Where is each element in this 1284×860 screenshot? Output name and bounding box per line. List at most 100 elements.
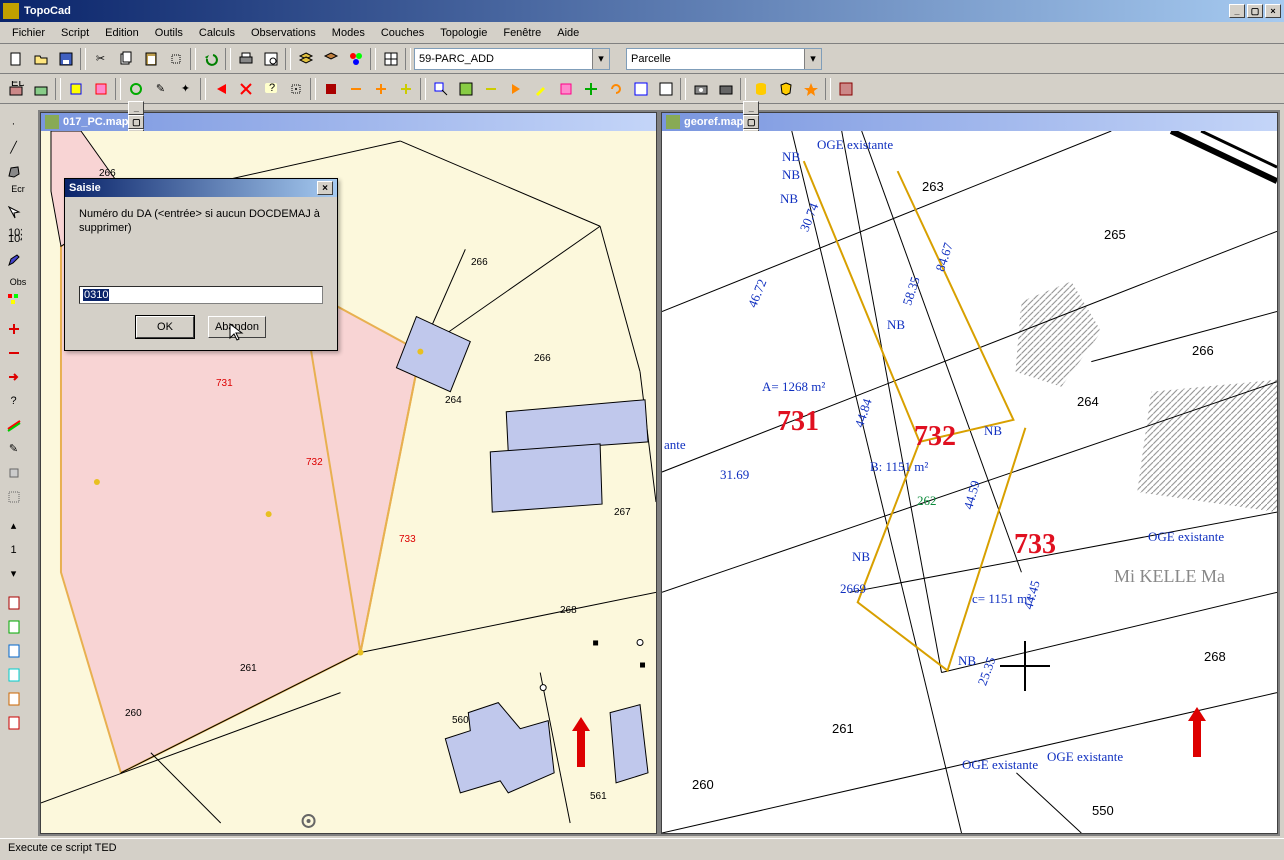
tool-b-icon[interactable] (654, 77, 677, 100)
zoom-next-icon[interactable] (504, 77, 527, 100)
polygon-tool-icon[interactable] (2, 160, 25, 183)
cut-icon[interactable]: ✂ (89, 47, 112, 70)
stop-icon[interactable] (319, 77, 342, 100)
menu-topologie[interactable]: Topologie (432, 25, 495, 41)
help-bubble-icon[interactable]: ? (259, 77, 282, 100)
menu-modes[interactable]: Modes (324, 25, 373, 41)
map-left-maximize[interactable]: ▢ (128, 115, 144, 129)
export-edigeo-icon[interactable] (29, 77, 52, 100)
minus-icon[interactable] (344, 77, 367, 100)
rgb-tool-icon[interactable] (2, 288, 25, 311)
copy-icon[interactable] (114, 47, 137, 70)
minus-red-icon[interactable] (2, 341, 25, 364)
undo-icon[interactable] (199, 47, 222, 70)
point-tool-icon[interactable]: · (2, 112, 25, 135)
menu-aide[interactable]: Aide (549, 25, 587, 41)
zoom-out-bar-icon[interactable] (479, 77, 502, 100)
select-rect-pink-icon[interactable] (89, 77, 112, 100)
script-6-icon[interactable] (2, 711, 25, 734)
sparkle-icon[interactable]: ✦ (174, 77, 197, 100)
menu-edition[interactable]: Edition (97, 25, 147, 41)
flag-left-icon[interactable] (209, 77, 232, 100)
layers-icon[interactable] (294, 47, 317, 70)
snap-icon[interactable] (284, 77, 307, 100)
dashed-box-icon[interactable] (2, 485, 25, 508)
pick-icon[interactable] (164, 47, 187, 70)
script-5-icon[interactable] (2, 687, 25, 710)
redraw-icon[interactable] (124, 77, 147, 100)
line-tool-icon[interactable]: ╱ (2, 136, 25, 159)
camera2-icon[interactable] (714, 77, 737, 100)
map-canvas-right[interactable]: 263265266264261260268550OGE existanteNBN… (662, 131, 1277, 833)
map-titlebar-left[interactable]: 017_PC.map _ ▢ × (41, 113, 656, 131)
dialog-close-icon[interactable]: × (317, 181, 333, 195)
menu-couches[interactable]: Couches (373, 25, 432, 41)
grid-icon[interactable] (379, 47, 402, 70)
rainbow-icon[interactable] (2, 413, 25, 436)
script-1-icon[interactable] (2, 591, 25, 614)
menu-outils[interactable]: Outils (147, 25, 191, 41)
chevron-up-icon[interactable]: ▴ (2, 514, 25, 537)
save-icon[interactable] (54, 47, 77, 70)
menu-fichier[interactable]: Fichier (4, 25, 53, 41)
question-icon[interactable]: ? (2, 389, 25, 412)
chevron-down-icon[interactable]: ▾ (804, 49, 821, 69)
script-3-icon[interactable] (2, 639, 25, 662)
import-edigeo-icon[interactable]: EDIGEO (4, 77, 27, 100)
menu-fenetre[interactable]: Fenêtre (495, 25, 549, 41)
tool-a-icon[interactable] (629, 77, 652, 100)
shield-icon[interactable] (774, 77, 797, 100)
map-left-minimize[interactable]: _ (128, 101, 144, 115)
preview-icon[interactable] (259, 47, 282, 70)
color-icon[interactable] (344, 47, 367, 70)
delete-x-icon[interactable] (234, 77, 257, 100)
box-tool-icon[interactable] (2, 461, 25, 484)
pink-rect-icon[interactable] (554, 77, 577, 100)
plus-yellow-icon[interactable] (394, 77, 417, 100)
rotate-icon[interactable] (604, 77, 627, 100)
arrow-right-icon[interactable] (2, 365, 25, 388)
gray-pencil-icon[interactable]: ✎ (2, 437, 25, 460)
star-icon[interactable] (799, 77, 822, 100)
zoom-window-icon[interactable] (429, 77, 452, 100)
menu-observations[interactable]: Observations (243, 25, 324, 41)
statusbar: Execute ce script TED (0, 838, 1284, 860)
paste-icon[interactable] (139, 47, 162, 70)
plus-orange-icon[interactable] (369, 77, 392, 100)
zoom-extents-icon[interactable] (454, 77, 477, 100)
dialog-titlebar[interactable]: Saisie × (65, 179, 337, 197)
select-rect-yellow-icon[interactable] (64, 77, 87, 100)
dialog-input[interactable]: 0310 (79, 286, 323, 304)
close-button[interactable]: × (1265, 4, 1281, 18)
level-indicator[interactable]: 1 (2, 538, 25, 561)
camera-icon[interactable] (689, 77, 712, 100)
script-4-icon[interactable] (2, 663, 25, 686)
new-icon[interactable] (4, 47, 27, 70)
arrow-tool-icon[interactable] (2, 200, 25, 223)
chevron-down-icon[interactable]: ▾ (2, 562, 25, 585)
print-icon[interactable] (234, 47, 257, 70)
highlighter-icon[interactable] (529, 77, 552, 100)
text-tool-icon[interactable]: 103104 (2, 224, 25, 247)
map-titlebar-right[interactable]: georef.map _ ▢ × (662, 113, 1277, 131)
layer-combo[interactable]: 59-PARC_ADD ▾ (414, 48, 610, 70)
pencil-blue-icon[interactable] (2, 248, 25, 271)
maximize-button[interactable]: ▢ (1247, 4, 1263, 18)
edit-icon[interactable]: ✎ (149, 77, 172, 100)
layer-props-icon[interactable] (319, 47, 342, 70)
map-right-maximize[interactable]: ▢ (743, 115, 759, 129)
last-tool-icon[interactable] (834, 77, 857, 100)
minimize-button[interactable]: _ (1229, 4, 1245, 18)
script-2-icon[interactable] (2, 615, 25, 638)
parcel-label: 260 (125, 708, 142, 719)
move-icon[interactable] (579, 77, 602, 100)
menu-calculs[interactable]: Calculs (191, 25, 243, 41)
ok-button[interactable]: OK (136, 316, 194, 338)
object-combo[interactable]: Parcelle ▾ (626, 48, 822, 70)
menu-script[interactable]: Script (53, 25, 97, 41)
open-icon[interactable] (29, 47, 52, 70)
map-right-minimize[interactable]: _ (743, 101, 759, 115)
chevron-down-icon[interactable]: ▾ (592, 49, 609, 69)
db-icon[interactable] (749, 77, 772, 100)
plus-red-icon[interactable] (2, 317, 25, 340)
